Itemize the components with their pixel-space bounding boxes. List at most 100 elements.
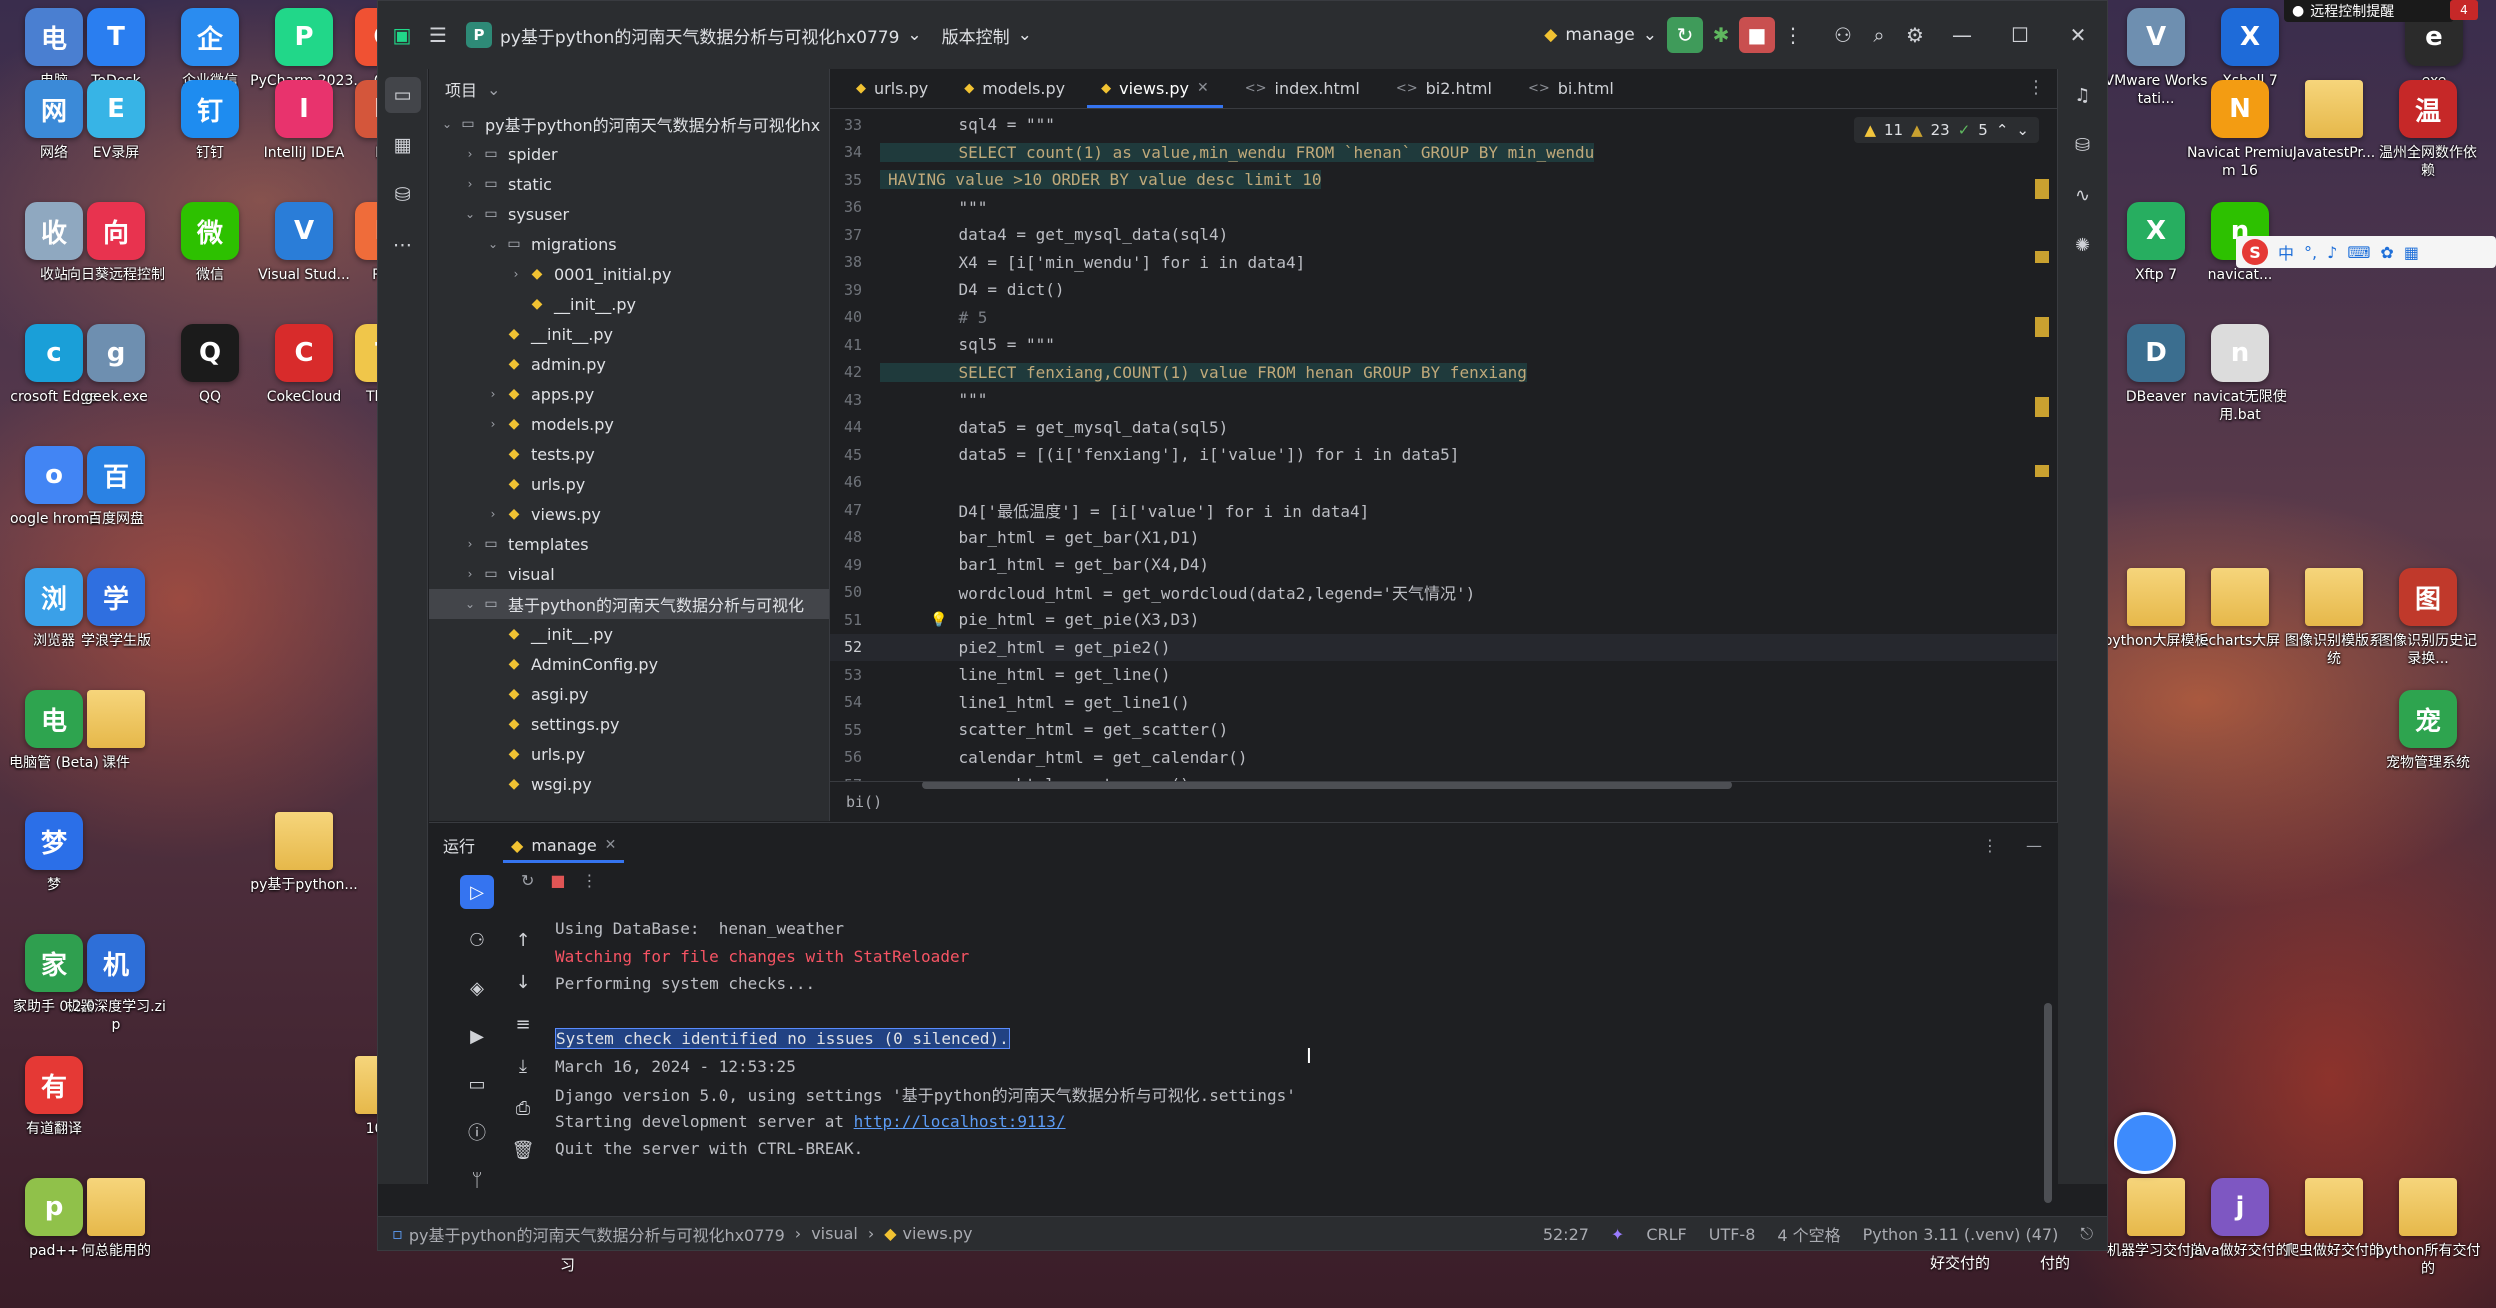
chevron-up-icon[interactable]: ⌃: [1996, 121, 2009, 139]
chevron-down-icon[interactable]: ⌄: [2016, 121, 2029, 139]
line-number[interactable]: 44: [830, 418, 880, 436]
scroll-up-icon[interactable]: ↑: [506, 923, 540, 957]
project-panel-header[interactable]: 项目 ⌄: [429, 69, 829, 109]
desktop-icon[interactable]: 钉钉钉: [156, 80, 264, 162]
line-number[interactable]: 40: [830, 308, 880, 326]
line-number[interactable]: 38: [830, 253, 880, 271]
run-options-icon[interactable]: ⋮: [1982, 836, 1998, 855]
code-line[interactable]: 47 D4['最低温度'] = [i['value'] for i in dat…: [830, 496, 2059, 524]
console-line[interactable]: [555, 998, 2038, 1026]
code-line[interactable]: 36 """: [830, 194, 2059, 222]
services-icon[interactable]: ▶: [460, 1019, 494, 1053]
tree-item[interactable]: › ▭ templates: [429, 529, 829, 559]
tab-more-icon[interactable]: ⋮: [2027, 77, 2045, 98]
terminal-icon[interactable]: ▭: [460, 1067, 494, 1101]
vcs-menu[interactable]: 版本控制 ⌄: [932, 13, 1042, 57]
code-line[interactable]: 40 # 5: [830, 304, 2059, 332]
desktop-icon[interactable]: 图图像识别历史记录换...: [2374, 568, 2482, 668]
tree-item[interactable]: › ◆ apps.py: [429, 379, 829, 409]
code-line[interactable]: 49 bar1_html = get_bar(X4,D4): [830, 551, 2059, 579]
line-number[interactable]: 36: [830, 198, 880, 216]
desktop-icon[interactable]: 微微信: [156, 202, 264, 284]
tree-item[interactable]: › ◆ views.py: [429, 499, 829, 529]
stop-small-icon[interactable]: ■: [550, 871, 565, 890]
editor-tab[interactable]: <> index.html: [1227, 68, 1378, 108]
ai-assistant-icon[interactable]: ✺: [2065, 227, 2101, 263]
minimize-icon[interactable]: —: [1933, 1, 1991, 69]
status-crumb-folder[interactable]: visual: [811, 1224, 858, 1243]
code-line[interactable]: 37 data4 = get_mysql_data(sql4): [830, 221, 2059, 249]
code-line[interactable]: 35 HAVING value >10 ORDER BY value desc l…: [830, 166, 2059, 194]
lightbulb-icon[interactable]: 💡: [930, 612, 947, 628]
notification-badge[interactable]: 4: [2450, 0, 2478, 20]
console-line[interactable]: Using DataBase: henan_weather: [555, 915, 2038, 943]
line-number[interactable]: 51: [830, 611, 880, 629]
console-scrollbar[interactable]: [2044, 1003, 2052, 1203]
desktop-icon[interactable]: j java做好交付的: [2186, 1178, 2294, 1260]
more-actions-icon[interactable]: ⋮: [1775, 17, 1811, 53]
console-line[interactable]: Watching for file changes with StatReloa…: [555, 943, 2038, 971]
python-console-icon[interactable]: ⚆: [460, 923, 494, 957]
function-breadcrumb[interactable]: bi(): [846, 793, 882, 811]
search-icon[interactable]: ⌕: [1861, 17, 1897, 53]
chevron-down-icon[interactable]: ⌄: [460, 207, 480, 221]
line-number[interactable]: 34: [830, 143, 880, 161]
line-number[interactable]: 37: [830, 226, 880, 244]
desktop-icon[interactable]: n navicat无限使用.bat: [2186, 324, 2294, 424]
desktop-icon[interactable]: E EV录屏: [62, 80, 170, 162]
close-icon[interactable]: ✕: [2049, 1, 2107, 69]
scroll-warning-marker[interactable]: [2035, 317, 2049, 337]
desktop-icon[interactable]: 家家助手 0.2.0: [0, 934, 108, 1016]
scroll-warning-marker[interactable]: [2035, 251, 2049, 263]
tree-item[interactable]: › ▭ visual: [429, 559, 829, 589]
line-number[interactable]: 43: [830, 391, 880, 409]
rerun-icon[interactable]: ↻: [1667, 17, 1703, 53]
code-line[interactable]: 57 gauge_html = get_gauge(): [830, 771, 2059, 781]
code-line[interactable]: 50 wordcloud_html = get_wordcloud(data2,…: [830, 579, 2059, 607]
tree-item[interactable]: ⌄ ▭ migrations: [429, 229, 829, 259]
tree-item[interactable]: ◆ __init__.py: [429, 289, 829, 319]
code-line[interactable]: 48 bar_html = get_bar(X1,D1): [830, 524, 2059, 552]
ime-skin-icon[interactable]: ✿: [2380, 243, 2393, 262]
console-line[interactable]: Starting development server at http://lo…: [555, 1108, 2038, 1136]
line-number[interactable]: 53: [830, 666, 880, 684]
problems-icon[interactable]: ⓘ: [460, 1115, 494, 1149]
console-line[interactable]: System check identified no issues (0 sil…: [555, 1025, 2038, 1053]
print-icon[interactable]: ⎙: [506, 1091, 540, 1125]
selected-console-text[interactable]: System check identified no issues (0 sil…: [555, 1028, 1010, 1050]
tree-item[interactable]: ◆ settings.py: [429, 709, 829, 739]
run-tab-manage[interactable]: ◆ manage ✕: [497, 823, 630, 867]
caret-position[interactable]: 52:27: [1543, 1225, 1589, 1244]
tree-item[interactable]: ◆ wsgi.py: [429, 769, 829, 799]
tree-item[interactable]: ◆ asgi.py: [429, 679, 829, 709]
code-line[interactable]: 54 line1_html = get_line1(): [830, 689, 2059, 717]
desktop-icon[interactable]: 向向日葵远程控制: [62, 202, 170, 284]
ime-language-label[interactable]: 中: [2278, 240, 2294, 264]
status-crumb-project[interactable]: py基于python的河南天气数据分析与可视化hx0779: [409, 1222, 785, 1246]
code-line[interactable]: 38 X4 = [i['min_wendu'] for i in data4]: [830, 249, 2059, 277]
line-separator[interactable]: CRLF: [1646, 1225, 1686, 1244]
code-area[interactable]: 33 sql4 = """ 34 SELECT count(1) as value…: [830, 111, 2059, 781]
desktop-icon[interactable]: 图像识别模版系统: [2280, 568, 2388, 668]
run-icon[interactable]: ▷: [460, 875, 494, 909]
line-number[interactable]: 47: [830, 501, 880, 519]
desktop-icon[interactable]: Q QQ: [156, 324, 264, 406]
desktop-icon[interactable]: N Navicat Premium 16: [2186, 80, 2294, 180]
sciview-icon[interactable]: ∿: [2065, 177, 2101, 213]
desktop-icon[interactable]: g geek.exe: [62, 324, 170, 406]
chevron-right-icon[interactable]: ›: [460, 147, 480, 161]
line-number[interactable]: 54: [830, 693, 880, 711]
desktop-icon[interactable]: 企企业微信: [156, 8, 264, 90]
chevron-right-icon[interactable]: ›: [460, 537, 480, 551]
sogou-ime-icon[interactable]: S: [2242, 239, 2268, 265]
soft-wrap-icon[interactable]: ≡: [506, 1007, 540, 1041]
main-menu-icon[interactable]: ☰: [420, 17, 456, 53]
editor-tab[interactable]: ◆ views.py ✕: [1083, 68, 1227, 108]
line-number[interactable]: 33: [830, 116, 880, 134]
scroll-warning-marker[interactable]: [2035, 179, 2049, 199]
line-number[interactable]: 45: [830, 446, 880, 464]
tree-item[interactable]: ◆ __init__.py: [429, 619, 829, 649]
editor-breadcrumb[interactable]: bi(): [830, 781, 2059, 821]
code-line[interactable]: 52 pie2_html = get_pie2(): [830, 633, 2059, 661]
code-line[interactable]: 42 SELECT fenxiang,COUNT(1) value FROM h…: [830, 359, 2059, 387]
